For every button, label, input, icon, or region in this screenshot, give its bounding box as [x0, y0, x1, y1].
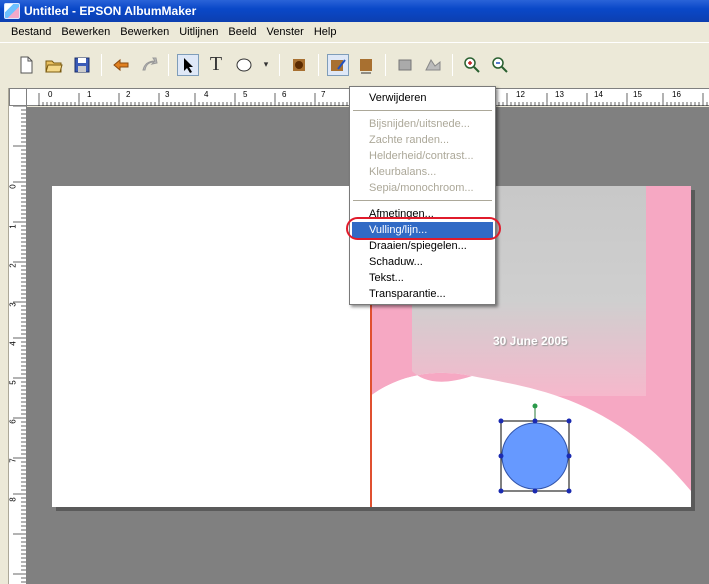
- new-document-icon[interactable]: [15, 54, 37, 76]
- context-menu: Verwijderen Bijsnijden/uitsnede... Zacht…: [349, 86, 496, 305]
- left-strip: [0, 88, 9, 584]
- vertical-ruler: 0 1 2 3 4 5 6 7 8: [9, 106, 27, 584]
- vruler-label-2: 2: [8, 263, 18, 268]
- photo-edit-menu-icon[interactable]: [355, 54, 377, 76]
- text-tool-icon[interactable]: T: [205, 53, 227, 76]
- menu-separator: [353, 110, 492, 111]
- ruler-label-3: 3: [165, 90, 170, 99]
- highlight-ring: [346, 217, 501, 240]
- toolbar-separator: [168, 53, 169, 76]
- redo-icon[interactable]: [138, 54, 160, 76]
- menu-item-bijsnijden: Bijsnijden/uitsnede...: [369, 118, 470, 130]
- menu-help[interactable]: Help: [309, 23, 342, 41]
- vruler-label-1: 1: [8, 224, 18, 229]
- menu-bewerken[interactable]: Bewerken: [56, 23, 115, 41]
- vruler-label-0: 0: [8, 184, 18, 189]
- app-window: Untitled - EPSON AlbumMaker Bestand Bewe…: [0, 0, 709, 584]
- tool-dropdown-icon[interactable]: ▾: [261, 54, 271, 76]
- menu-separator: [353, 200, 492, 201]
- toolbar-separator: [279, 53, 280, 76]
- ruler-label-2: 2: [126, 90, 131, 99]
- menu-beeld[interactable]: Beeld: [223, 23, 261, 41]
- menu-item-draaien[interactable]: Draaien/spiegelen...: [352, 238, 493, 254]
- vruler-label-6: 6: [8, 419, 18, 424]
- rotate-handle: [532, 403, 538, 409]
- ruler-label-14: 14: [594, 90, 603, 99]
- menu-item-helderheid: Helderheid/contrast...: [369, 150, 474, 162]
- toolbar-separator: [101, 53, 102, 76]
- ruler-label-7: 7: [321, 90, 326, 99]
- select-arrow-icon[interactable]: [177, 53, 199, 76]
- vruler-label-3: 3: [8, 302, 18, 307]
- toolbar-separator: [385, 53, 386, 76]
- menu-uitlijnen[interactable]: Uitlijnen: [174, 23, 223, 41]
- photo-gray2-icon[interactable]: [422, 54, 444, 76]
- menu-item-kleurbalans: Kleurbalans...: [369, 166, 437, 178]
- menu-item-zachte-randen: Zachte randen...: [369, 134, 450, 146]
- photo-effect-icon[interactable]: [288, 54, 310, 76]
- ruler-label-15: 15: [633, 90, 642, 99]
- menu-bar: Bestand Bewerken Bewerken Uitlijnen Beel…: [0, 22, 709, 42]
- menu-item-sepia: Sepia/monochroom...: [369, 182, 474, 194]
- ruler-label-4: 4: [204, 90, 209, 99]
- menu-item-tekst[interactable]: Tekst...: [352, 270, 493, 286]
- title-bar: Untitled - EPSON AlbumMaker: [0, 0, 709, 22]
- zoom-in-icon[interactable]: [461, 54, 483, 76]
- photo-gray-icon[interactable]: [394, 54, 416, 76]
- menu-venster[interactable]: Venster: [262, 23, 309, 41]
- ruler-label-13: 13: [555, 90, 564, 99]
- ruler-label-12: 12: [516, 90, 525, 99]
- window-title: Untitled - EPSON AlbumMaker: [24, 4, 197, 18]
- date-text: 30 June 2005: [493, 334, 568, 348]
- vruler-label-7: 7: [8, 458, 18, 463]
- toolbar: T ▾: [0, 42, 709, 86]
- save-icon[interactable]: [71, 54, 93, 76]
- ruler-label-5: 5: [243, 90, 248, 99]
- ellipse-tool-icon[interactable]: [233, 54, 255, 76]
- open-folder-icon[interactable]: [43, 54, 65, 76]
- ruler-label-1: 1: [87, 90, 92, 99]
- vruler-label-5: 5: [8, 380, 18, 385]
- app-icon: [4, 3, 20, 19]
- menu-item-transparantie[interactable]: Transparantie...: [352, 286, 493, 302]
- menu-item-schaduw[interactable]: Schaduw...: [352, 254, 493, 270]
- ruler-corner: [9, 88, 27, 106]
- menu-item-verwijderen[interactable]: Verwijderen: [352, 90, 493, 106]
- menu-bestand[interactable]: Bestand: [6, 23, 56, 41]
- blue-circle: [501, 422, 569, 490]
- zoom-out-icon[interactable]: [489, 54, 511, 76]
- photo-edit-icon[interactable]: [327, 53, 349, 76]
- undo-icon[interactable]: [110, 54, 132, 76]
- toolbar-separator: [452, 53, 453, 76]
- toolbar-separator: [318, 53, 319, 76]
- ruler-label-0: 0: [48, 90, 53, 99]
- vruler-label-4: 4: [8, 341, 18, 346]
- menu-bewerken-2[interactable]: Bewerken: [115, 23, 174, 41]
- ruler-label-6: 6: [282, 90, 287, 99]
- vruler-label-8: 8: [8, 497, 18, 502]
- ruler-label-16: 16: [672, 90, 681, 99]
